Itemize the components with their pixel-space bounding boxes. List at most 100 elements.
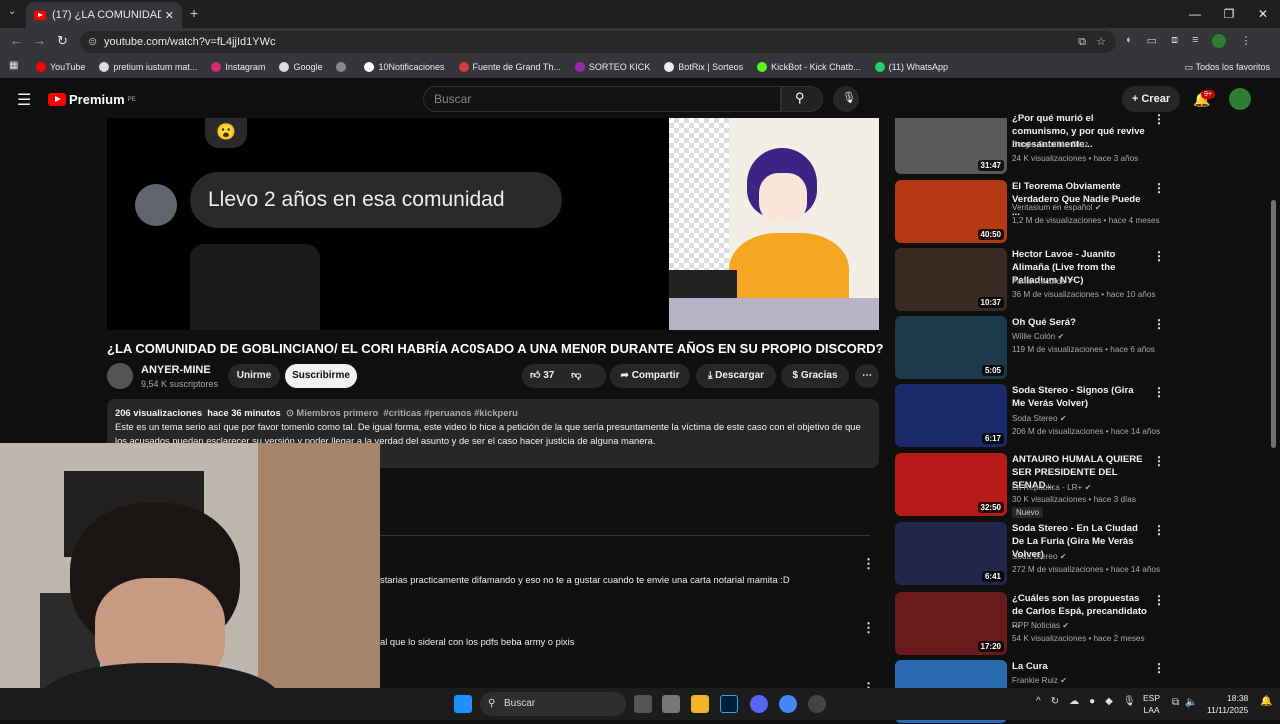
bookmark-star-icon[interactable]: ☆ [1096, 31, 1106, 53]
subscribe-button[interactable]: Suscribirme [285, 364, 357, 388]
recommended-menu-icon[interactable]: ⋮ [1153, 112, 1165, 126]
recommended-menu-icon[interactable]: ⋮ [1153, 593, 1165, 607]
chrome-icon[interactable] [779, 695, 797, 713]
video-thumbnail[interactable]: 6:41 [895, 522, 1007, 585]
bookmark-item[interactable]: pretium iustum mat... [99, 62, 197, 72]
share-button[interactable]: ➦ Compartir [610, 364, 690, 388]
recommended-menu-icon[interactable]: ⋮ [1153, 181, 1165, 195]
recommended-video[interactable]: 5:05 Oh Qué Será? Willie Colón ✔ 119 M de v… [895, 316, 1255, 380]
page-scrollbar[interactable] [1271, 200, 1276, 448]
bookmark-item[interactable]: SORTEO KICK [574, 62, 650, 72]
browser-tab-active[interactable]: (17) ¿LA COMUNIDAD DE GOBLI ✕ [26, 2, 182, 28]
bookmark-item[interactable]: KickBot - Kick Chatb... [757, 62, 861, 72]
extensions-puzzle-icon[interactable]: ⧈ [1171, 34, 1178, 48]
app-icon[interactable] [662, 695, 680, 713]
extension-icon[interactable]: ◐ [1126, 34, 1133, 48]
restore-icon[interactable]: ❐ [1212, 0, 1246, 28]
bookmark-item[interactable]: Instagram [211, 62, 265, 72]
input-language[interactable]: ESP LAA [1143, 692, 1160, 716]
volume-icon[interactable]: 🔈 [1185, 697, 1197, 708]
recommended-video[interactable]: 6:17 Soda Stereo - Signos (Gira Me Verás … [895, 384, 1255, 448]
more-actions-button[interactable]: ⋯ [855, 364, 879, 388]
recommended-menu-icon[interactable]: ⋮ [1153, 523, 1165, 537]
back-icon[interactable]: ← [10, 33, 23, 48]
menu-kebab-icon[interactable]: ⋮ [1240, 34, 1251, 48]
address-bar[interactable]: ⊜ youtube.com/watch?v=fL4jjId1YWc ⧉ ☆ [80, 31, 1116, 53]
youtube-premium-logo[interactable]: Premium PE [48, 92, 136, 107]
recommended-video[interactable]: 31:47 ¿Por qué murió el comunismo, y por… [895, 112, 1255, 174]
join-button[interactable]: Unirme [228, 364, 280, 388]
profile-avatar[interactable] [1212, 34, 1227, 48]
bookmark-item[interactable]: Fuente de Grand Th... [458, 62, 561, 72]
recommended-video[interactable]: 10:37 Hector Lavoe - Juanito Alimaña (Liv… [895, 248, 1255, 312]
onedrive-icon[interactable]: ☁ [1069, 696, 1079, 707]
site-info-icon[interactable]: ⊜ [88, 31, 97, 53]
install-app-icon[interactable]: ⧉ [1078, 31, 1086, 53]
bookmark-item[interactable]: 10Notificaciones [364, 62, 445, 72]
video-thumbnail[interactable]: 32:50 [895, 453, 1007, 516]
obs-icon[interactable] [808, 695, 826, 713]
system-clock[interactable]: 18:38 11/11/2025 [1207, 692, 1248, 716]
forward-icon[interactable]: → [33, 33, 46, 48]
bookmark-item[interactable] [336, 62, 350, 72]
recommended-menu-icon[interactable]: ⋮ [1153, 249, 1165, 263]
create-button[interactable]: + Crear [1122, 86, 1180, 112]
recommended-menu-icon[interactable]: ⋮ [1153, 317, 1165, 331]
thanks-button[interactable]: $ Gracias [781, 364, 849, 388]
all-bookmarks[interactable]: ▭ Todos los favoritos [1185, 56, 1270, 78]
video-thumbnail[interactable]: 6:17 [895, 384, 1007, 447]
notification-center-icon[interactable]: 🔔 [1260, 696, 1272, 707]
file-explorer-icon[interactable] [691, 695, 709, 713]
recommended-menu-icon[interactable]: ⋮ [1153, 661, 1165, 675]
extension-icon-2[interactable]: ▭ [1147, 34, 1157, 48]
hashtags[interactable]: #criticas #peruanos #kickperu [383, 407, 517, 418]
reload-icon[interactable]: ↻ [57, 33, 68, 49]
comment-menu-icon[interactable]: ⋮ [862, 556, 875, 572]
bookmark-item[interactable]: Google [279, 62, 322, 72]
dislike-button[interactable]: 👎︎ [571, 370, 581, 381]
tray-app-icon-3[interactable]: ◆ [1105, 696, 1113, 707]
video-thumbnail[interactable]: 5:05 [895, 316, 1007, 379]
photoshop-icon[interactable] [720, 695, 738, 713]
search-input[interactable]: Buscar [423, 86, 781, 112]
hamburger-menu-icon[interactable]: ☰ [17, 90, 31, 110]
recommended-menu-icon[interactable]: ⋮ [1153, 385, 1165, 399]
bookmark-item[interactable]: BotRix | Sorteos [664, 62, 743, 72]
tray-expand-icon[interactable]: ^ [1036, 696, 1041, 707]
close-window-icon[interactable]: ✕ [1246, 0, 1280, 28]
recommended-menu-icon[interactable]: ⋮ [1153, 454, 1165, 468]
channel-avatar[interactable] [107, 363, 133, 389]
like-button[interactable]: 👍︎ 37 [530, 370, 554, 381]
video-thumbnail[interactable]: 10:37 [895, 248, 1007, 311]
video-thumbnail[interactable]: 40:50 [895, 180, 1007, 243]
tray-app-icon-2[interactable]: ● [1089, 696, 1095, 707]
channel-name[interactable]: ANYER-MINE [141, 364, 211, 376]
recommended-video[interactable]: 6:41 Soda Stereo - En La Ciudad De La Fur… [895, 522, 1255, 586]
members-first-label: ⊙ Miembros primero [285, 407, 379, 418]
recommended-video[interactable]: 40:50 El Teorema Obviamente Verdadero Que… [895, 180, 1255, 244]
taskbar-search[interactable]: ⚲ Buscar [480, 692, 626, 716]
video-thumbnail[interactable]: 17:20 [895, 592, 1007, 655]
minimize-icon[interactable]: — [1178, 0, 1212, 28]
new-tab-icon[interactable]: + [190, 5, 198, 21]
download-button[interactable]: ⤓ Descargar [696, 364, 776, 388]
discord-icon[interactable] [750, 695, 768, 713]
bookmark-item[interactable]: (11) WhatsApp [874, 62, 948, 72]
close-tab-icon[interactable]: ✕ [165, 9, 174, 22]
search-button[interactable]: ⚲ [781, 86, 823, 112]
microphone-tray-icon[interactable]: 🎙 [1123, 696, 1136, 707]
comment-menu-icon[interactable]: ⋮ [862, 620, 875, 636]
video-thumbnail[interactable]: 31:47 [895, 118, 1007, 174]
windows-start-icon[interactable] [454, 695, 472, 713]
task-view-icon[interactable] [634, 695, 652, 713]
tray-app-icon[interactable]: ↻ [1051, 696, 1059, 707]
account-avatar[interactable] [1229, 88, 1251, 110]
apps-grid-icon[interactable]: ▦ [9, 60, 18, 71]
reading-list-icon[interactable]: ≡ [1192, 34, 1198, 48]
recommended-video[interactable]: 17:20 ¿Cuáles son las propuestas de Carlo… [895, 592, 1255, 656]
network-icon[interactable]: ⧉ [1172, 697, 1179, 708]
voice-search-button[interactable]: 🎙 [833, 86, 859, 112]
bookmark-item[interactable]: YouTube [36, 62, 85, 72]
tab-search-icon[interactable]: ⌄ [8, 6, 16, 17]
recommended-video[interactable]: 32:50 ANTAURO HUMALA QUIERE SER PRESIDENT… [895, 453, 1255, 518]
